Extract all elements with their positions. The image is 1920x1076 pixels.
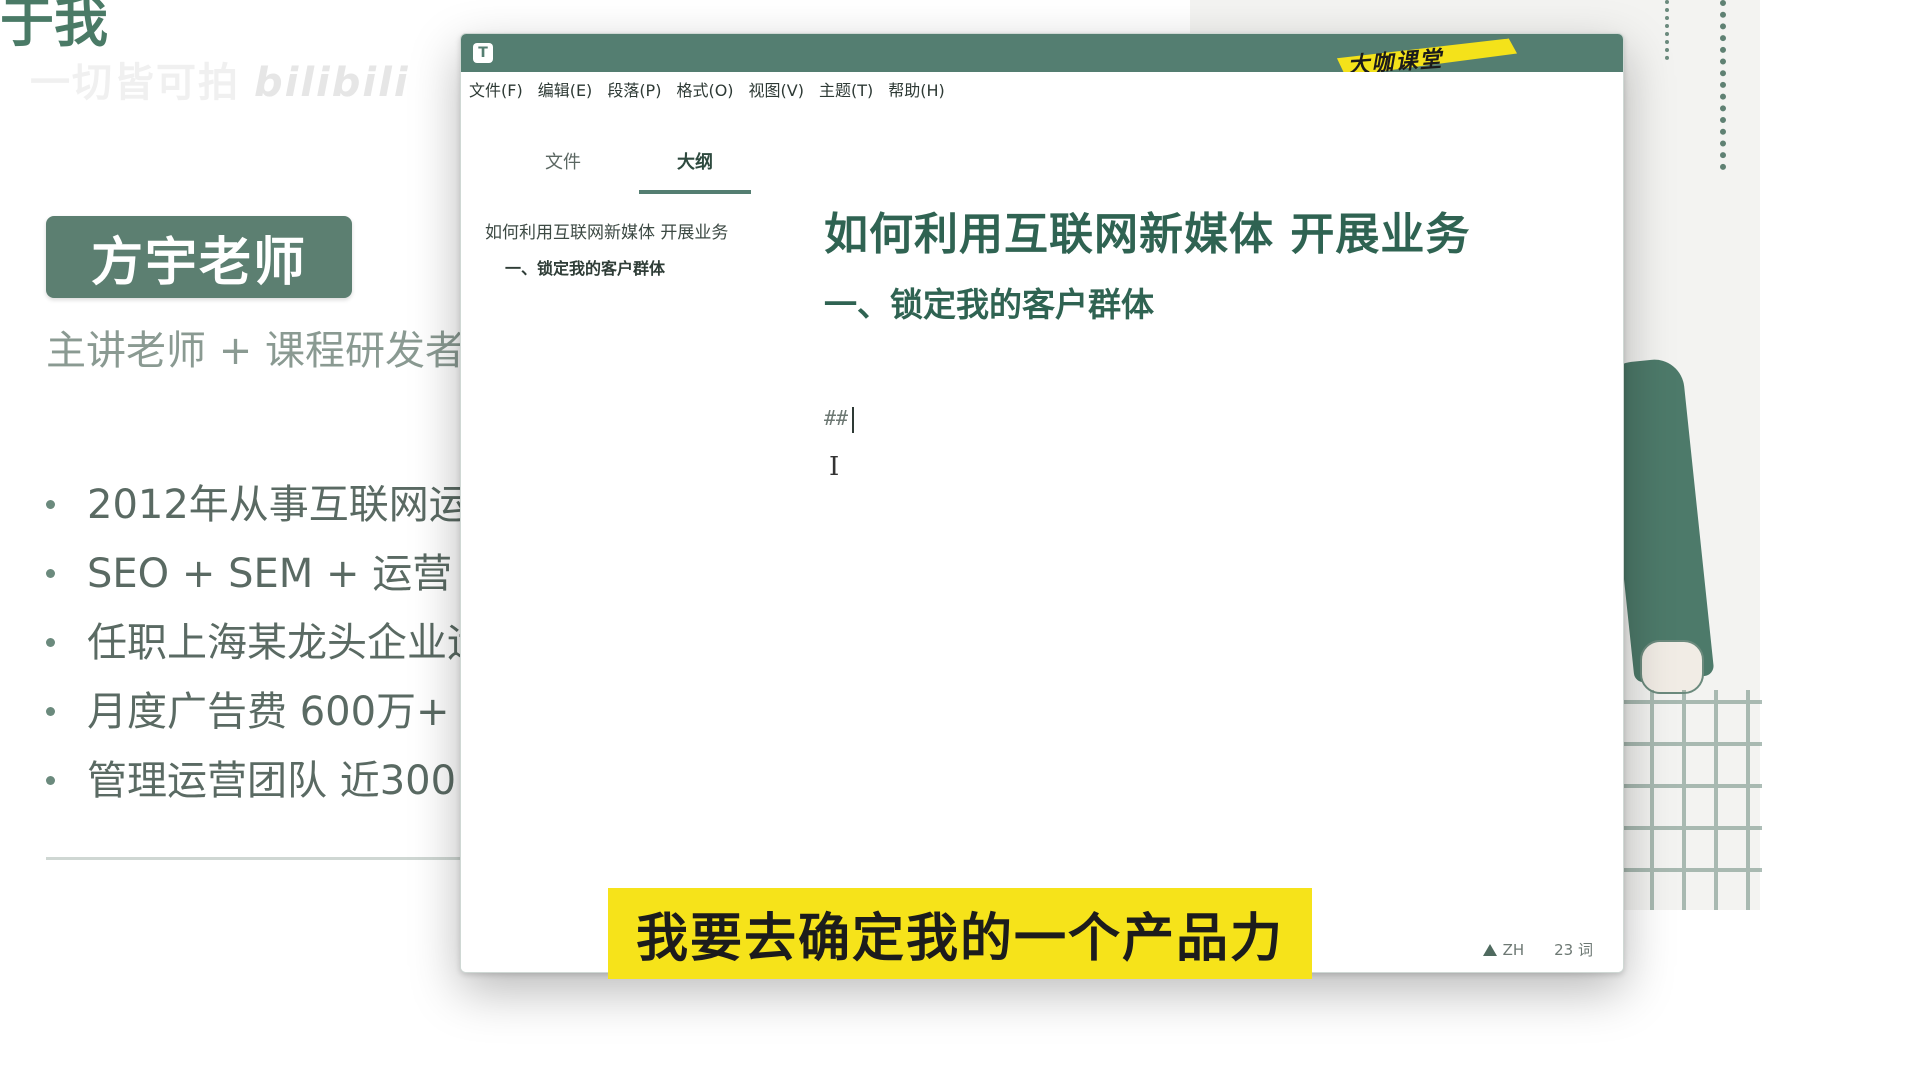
outline-list: 如何利用互联网新媒体 开展业务 一、锁定我的客户群体 (485, 218, 773, 291)
menu-view[interactable]: 视图(V) (749, 77, 804, 101)
menu-edit[interactable]: 编辑(E) (538, 77, 593, 101)
menu-format[interactable]: 格式(O) (676, 77, 733, 101)
editor-window[interactable]: T 大咖课堂 文件(F) 编辑(E) 段落(P) 格式(O) 视图(V) 主题(… (460, 33, 1624, 973)
bullet-item: 2012年从事互联网运营 (46, 470, 509, 539)
bullet-item: 月度广告费 600万+ (46, 677, 509, 746)
current-edit-line[interactable]: ## (824, 406, 855, 433)
editor-area[interactable]: 如何利用互联网新媒体 开展业务 一、锁定我的客户群体 ## I ZH 23 词 (783, 106, 1623, 972)
slide-title-fragment: 于我 (0, 0, 108, 54)
bullet-dot-icon (46, 500, 55, 509)
tab-files[interactable]: 文件 (507, 148, 619, 174)
bilibili-logo: bilibili (254, 60, 410, 106)
outline-item-h2[interactable]: 一、锁定我的客户群体 (485, 255, 773, 279)
video-subtitle: 我要去确定我的一个产品力 (608, 888, 1312, 979)
plant-decoration (1665, 0, 1699, 60)
menu-theme[interactable]: 主题(T) (819, 77, 873, 101)
chair-decoration (1622, 690, 1762, 910)
bullet-item: 任职上海某龙头企业运 (46, 608, 509, 677)
sidebar: 文件 大纲 如何利用互联网新媒体 开展业务 一、锁定我的客户群体 (461, 106, 784, 972)
bullet-dot-icon (46, 707, 55, 716)
document-heading-1[interactable]: 如何利用互联网新媒体 开展业务 (824, 198, 1470, 262)
tab-outline[interactable]: 大纲 (639, 148, 751, 174)
ibeam-cursor-icon: I (829, 452, 840, 482)
slide-divider (46, 857, 466, 860)
bullet-item: SEO + SEM + 运营 (46, 539, 509, 608)
sidebar-tabs: 文件 大纲 (461, 106, 783, 196)
bullet-dot-icon (46, 569, 55, 578)
menu-file[interactable]: 文件(F) (469, 77, 523, 101)
watermark: 一切皆可拍 bilibili (30, 50, 410, 108)
bullet-item: 管理运营团队 近300+ (46, 746, 509, 815)
warning-icon[interactable] (1482, 943, 1497, 956)
app-icon[interactable]: T (473, 43, 493, 63)
presenter-role: 主讲老师 + 课程研发者 (46, 328, 465, 374)
text-caret (852, 406, 855, 433)
bullet-dot-icon (46, 776, 55, 785)
presenter-bullets: 2012年从事互联网运营 SEO + SEM + 运营 任职上海某龙头企业运 月… (46, 470, 509, 815)
title-bar[interactable]: T 大咖课堂 (461, 34, 1623, 79)
markdown-heading-marker: ## (824, 406, 849, 430)
menu-help[interactable]: 帮助(H) (888, 77, 945, 101)
active-tab-indicator (639, 190, 751, 194)
document-heading-2[interactable]: 一、锁定我的客户群体 (824, 278, 1154, 326)
watermark-text: 一切皆可拍 (30, 60, 240, 106)
presenter-name-badge: 方宇老师 (46, 216, 352, 298)
status-bar: ZH 23 词 (1482, 939, 1593, 960)
language-indicator[interactable]: ZH (1503, 941, 1525, 959)
bullet-dot-icon (46, 638, 55, 647)
word-count[interactable]: 23 词 (1554, 939, 1593, 960)
presenter-hand (1640, 640, 1704, 694)
plant-decoration (1720, 0, 1766, 170)
menu-bar: 文件(F) 编辑(E) 段落(P) 格式(O) 视图(V) 主题(T) 帮助(H… (461, 72, 1623, 106)
menu-paragraph[interactable]: 段落(P) (607, 77, 661, 101)
outline-item-h1[interactable]: 如何利用互联网新媒体 开展业务 (485, 218, 773, 243)
